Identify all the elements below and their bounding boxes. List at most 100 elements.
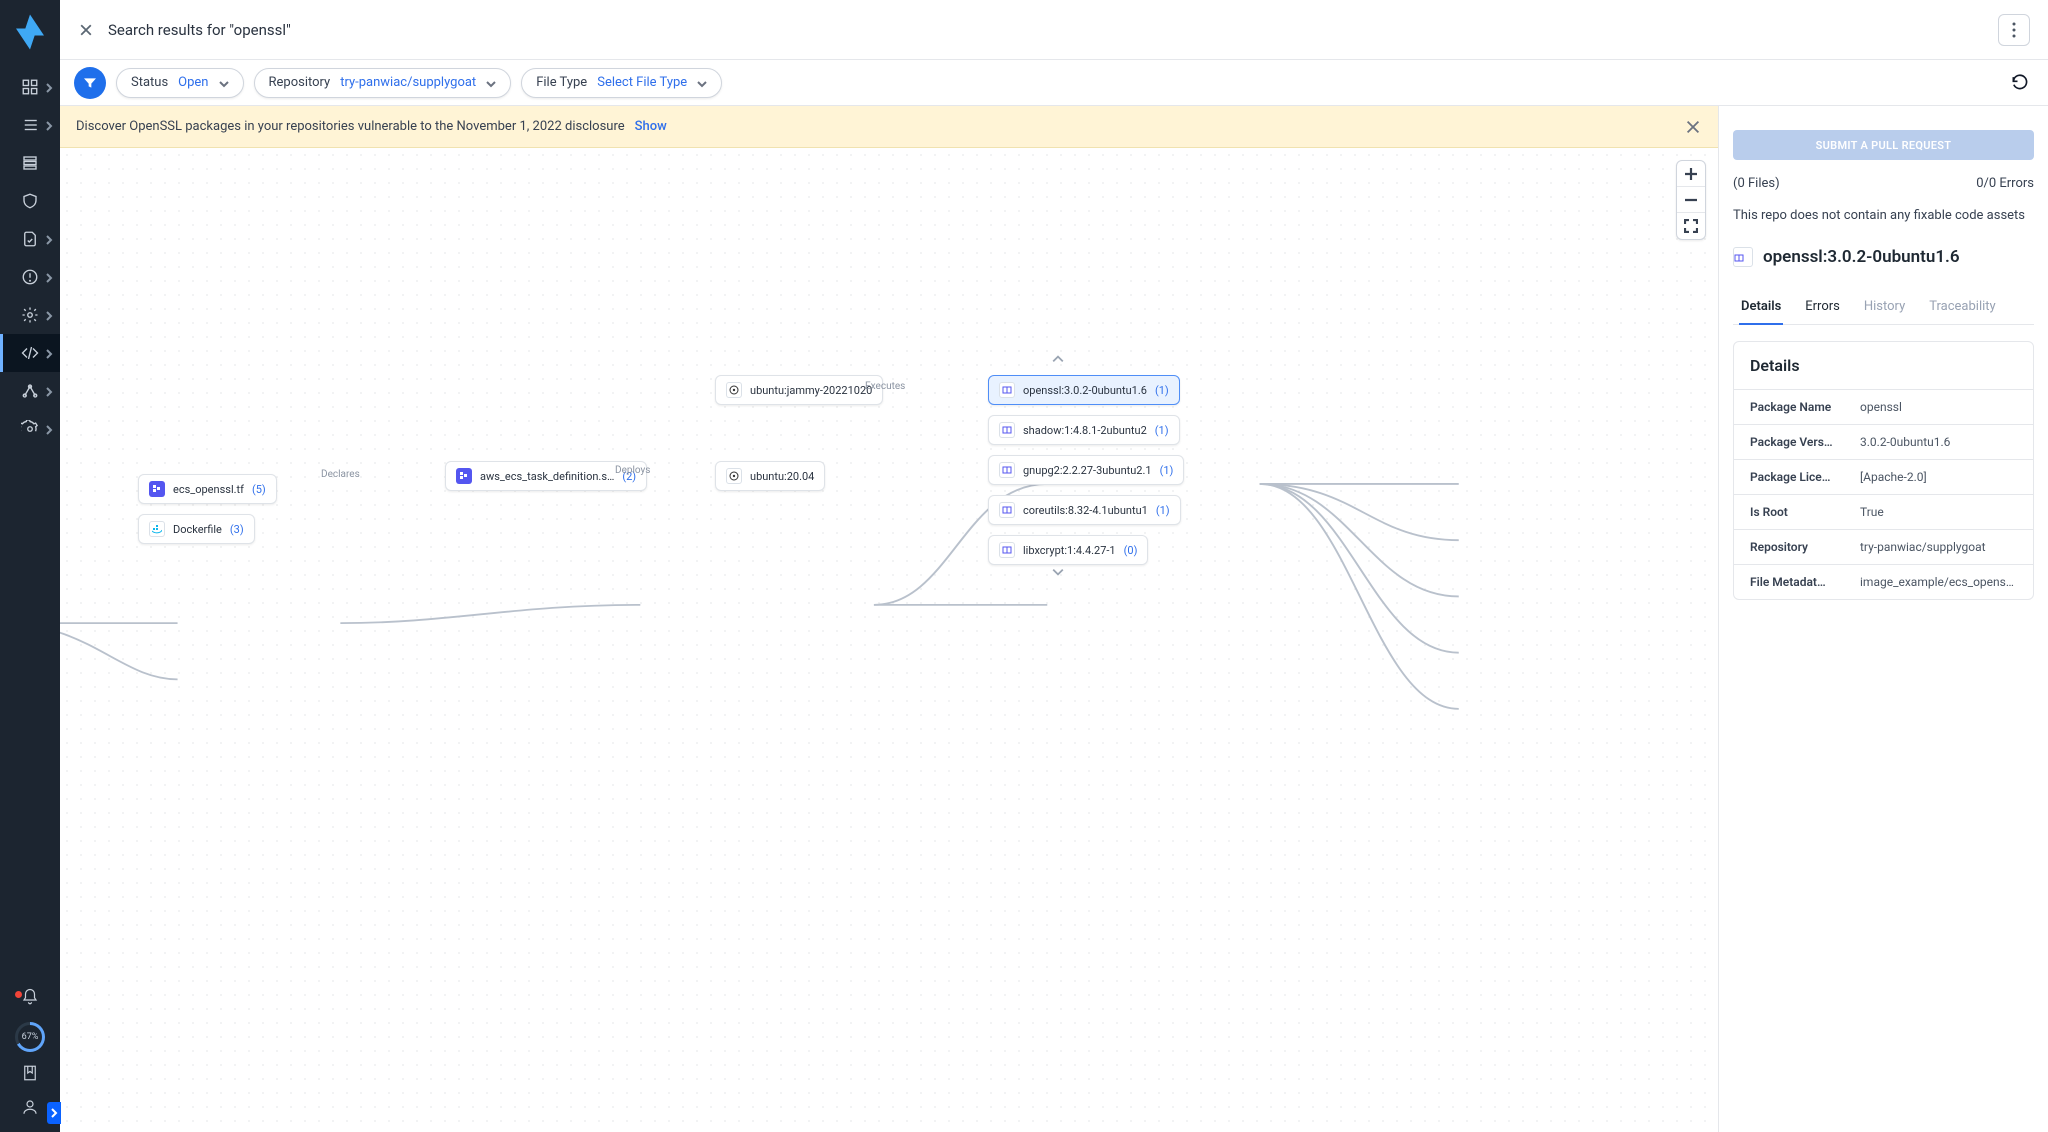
filter-status[interactable]: Status Open <box>116 68 244 98</box>
nav-item-doc-check[interactable] <box>0 220 60 258</box>
files-errors-summary: (0 Files) 0/0 Errors <box>1733 176 2034 191</box>
tab-history[interactable]: History <box>1862 289 1907 324</box>
banner-show-link[interactable]: Show <box>635 119 667 134</box>
selected-resource-title: openssl:3.0.2-0ubuntu1.6 <box>1763 247 1960 267</box>
node-count: (1) <box>1156 504 1170 517</box>
node-image-2004[interactable]: ubuntu:20.04 <box>715 461 825 491</box>
package-icon <box>999 542 1015 558</box>
rail-footer: 67% <box>15 988 45 1132</box>
filter-filetype-value: Select File Type <box>597 75 687 90</box>
details-panel: SUBMIT A PULL REQUEST (0 Files) 0/0 Erro… <box>1718 106 2048 1132</box>
filter-status-value: Open <box>178 75 208 90</box>
zoom-in-button[interactable] <box>1677 161 1705 187</box>
nav-item-settings[interactable] <box>0 410 60 448</box>
left-nav-rail: 67% <box>0 0 60 1132</box>
node-count: (1) <box>1160 464 1174 477</box>
filter-icon[interactable] <box>74 67 106 99</box>
nav-item-alert[interactable] <box>0 258 60 296</box>
edge-label-declares: Declares <box>318 468 363 481</box>
filter-repository-label: Repository <box>269 75 331 90</box>
chevron-right-icon <box>44 234 54 244</box>
node-count: (3) <box>230 523 244 536</box>
filter-status-label: Status <box>131 75 168 90</box>
package-icon <box>1733 247 1753 267</box>
node-package-shadow[interactable]: shadow:1:4.8.1-2ubuntu2 (1) <box>988 415 1180 445</box>
submit-pr-button[interactable]: SUBMIT A PULL REQUEST <box>1733 130 2034 160</box>
node-count: (1) <box>1155 384 1169 397</box>
page-title: Search results for "openssl" <box>108 21 291 39</box>
dependency-graph-canvas[interactable]: ecs_openssl.tf (5) Dockerfile (3) Declar… <box>60 148 1718 1132</box>
package-icon <box>999 422 1015 438</box>
nav-item-code[interactable] <box>0 334 60 372</box>
nav-item-storage[interactable] <box>0 144 60 182</box>
node-package-libxcrypt[interactable]: libxcrypt:1:4.4.27-1 (0) <box>988 535 1148 565</box>
nav-item-dashboard[interactable] <box>0 68 60 106</box>
node-label: aws_ecs_task_definition.s… <box>480 470 614 483</box>
chevron-right-icon <box>44 386 54 396</box>
filter-repository-value: try-panwiac/supplygoat <box>340 75 476 90</box>
close-search-button[interactable] <box>78 22 94 38</box>
node-label: gnupg2:2.2.27-3ubuntu2.1 <box>1023 464 1152 477</box>
files-count: (0 Files) <box>1733 176 1780 191</box>
kv-row: Repositorytry-panwiac/supplygoat <box>1734 529 2033 564</box>
node-label: libxcrypt:1:4.4.27-1 <box>1023 544 1116 557</box>
packages-scroll-up[interactable] <box>1052 353 1064 369</box>
undo-icon <box>2010 73 2030 93</box>
docker-icon <box>149 521 165 537</box>
node-label: ecs_openssl.tf <box>173 483 244 496</box>
bell-icon <box>21 988 39 1006</box>
details-card-heading: Details <box>1734 342 2033 390</box>
package-icon <box>999 462 1015 478</box>
details-card: Details Package Nameopenssl Package Vers… <box>1733 341 2034 600</box>
packages-scroll-down[interactable] <box>1052 566 1064 582</box>
chevron-right-icon <box>44 120 54 130</box>
kv-row: Is RootTrue <box>1734 494 2033 529</box>
kv-row: File Metadat…image_example/ecs_openssl.t… <box>1734 564 2033 599</box>
main: Search results for "openssl" Status Open… <box>60 0 2048 1132</box>
node-count: (1) <box>1155 424 1169 437</box>
nav-items <box>0 68 60 448</box>
zoom-controls <box>1676 160 1706 240</box>
filter-repository[interactable]: Repository try-panwiac/supplygoat <box>254 68 512 98</box>
node-image-jammy[interactable]: ubuntu:jammy-20221020 <box>715 375 883 405</box>
zoom-fit-button[interactable] <box>1677 213 1705 239</box>
notifications-button[interactable] <box>21 988 39 1010</box>
node-package-coreutils[interactable]: coreutils:8.32-4.1ubuntu1 (1) <box>988 495 1181 525</box>
progress-ring[interactable]: 67% <box>15 1022 45 1052</box>
node-label: ubuntu:20.04 <box>750 470 814 483</box>
tab-traceability[interactable]: Traceability <box>1927 289 1997 324</box>
nav-item-gear[interactable] <box>0 296 60 334</box>
profile-button[interactable] <box>21 1098 39 1120</box>
zoom-out-button[interactable] <box>1677 187 1705 213</box>
chevron-down-icon <box>219 78 229 88</box>
node-file-dockerfile[interactable]: Dockerfile (3) <box>138 514 255 544</box>
node-package-gnupg2[interactable]: gnupg2:2.2.27-3ubuntu2.1 (1) <box>988 455 1184 485</box>
tab-details[interactable]: Details <box>1739 289 1783 324</box>
kv-row: Package Vers…3.0.2-0ubuntu1.6 <box>1734 424 2033 459</box>
edge-label-deploys: Deploys <box>612 464 653 477</box>
node-label: openssl:3.0.2-0ubuntu1.6 <box>1023 384 1147 397</box>
bookmark-button[interactable] <box>21 1064 39 1086</box>
node-label: ubuntu:jammy-20221020 <box>750 384 872 397</box>
filter-filetype[interactable]: File Type Select File Type <box>521 68 722 98</box>
no-fixable-note: This repo does not contain any fixable c… <box>1733 207 2034 225</box>
terraform-icon <box>456 468 472 484</box>
more-menu-button[interactable] <box>1998 14 2030 46</box>
reset-filters-button[interactable] <box>2006 69 2034 97</box>
expand-rail-button[interactable] <box>47 1102 61 1124</box>
node-file-ecs[interactable]: ecs_openssl.tf (5) <box>138 474 277 504</box>
node-label: Dockerfile <box>173 523 222 536</box>
content: Discover OpenSSL packages in your reposi… <box>60 106 2048 1132</box>
kebab-icon <box>2012 22 2016 38</box>
chevron-right-icon <box>44 272 54 282</box>
nav-item-list[interactable] <box>0 106 60 144</box>
details-tabs: Details Errors History Traceability <box>1733 289 2034 325</box>
node-package-openssl[interactable]: openssl:3.0.2-0ubuntu1.6 (1) <box>988 375 1180 405</box>
banner-close-button[interactable] <box>1684 118 1702 136</box>
selected-resource-header: openssl:3.0.2-0ubuntu1.6 <box>1733 241 2034 273</box>
nav-item-shield[interactable] <box>0 182 60 220</box>
tab-errors[interactable]: Errors <box>1803 289 1842 324</box>
kv-row: Package Lice…[Apache-2.0] <box>1734 459 2033 494</box>
nav-item-network[interactable] <box>0 372 60 410</box>
details-kv-list: Package Nameopenssl Package Vers…3.0.2-0… <box>1734 390 2033 599</box>
